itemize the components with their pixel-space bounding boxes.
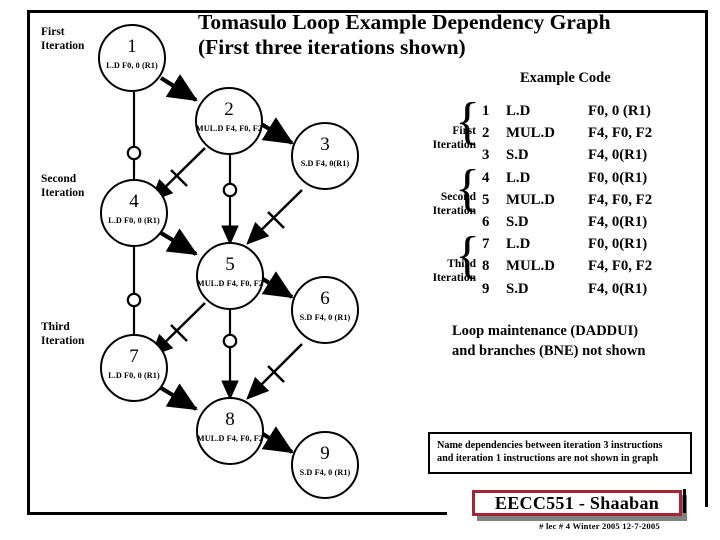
graph-node-2-instruction: MUL.D F4, F0, F2	[195, 124, 263, 133]
code-row-3: 3 S.D F4, 0(R1)	[482, 144, 706, 166]
graph-node-5-instruction: MUL.D F4, F0, F2	[196, 279, 264, 288]
graph-node-8-number: 8	[225, 409, 235, 430]
code-row-7: 7 L.D F0, 0(R1)	[482, 233, 706, 255]
code-row-4: 4 L.D F0, 0(R1)	[482, 167, 706, 189]
graph-node-9-number: 9	[320, 443, 330, 464]
graph-iter-second-line1: Second	[41, 173, 77, 185]
code-row-8: 8 MUL.D F4, F0, F2	[482, 255, 706, 277]
name-dependency-note-line2: and iteration 1 instructions are not sho…	[437, 453, 659, 465]
slide-canvas: Tomasulo Loop Example Dependency Graph (…	[0, 0, 720, 540]
edge-name-5-to-8	[221, 310, 239, 401]
footer-lecture-info: # lec # 4 Winter 2005 12-7-2005	[539, 521, 660, 531]
graph-node-5[interactable]: 5 MUL.D F4, F0, F2	[196, 242, 264, 310]
graph-node-4-number: 4	[129, 191, 139, 212]
graph-node-1-number: 1	[127, 36, 137, 57]
code-row-8-args: F4, F0, F2	[588, 258, 653, 275]
code-row-8-number: 8	[482, 258, 490, 275]
code-row-9-op: S.D	[506, 280, 529, 297]
graph-node-7[interactable]: 7 L.D F0, 0 (R1)	[100, 334, 168, 402]
footer-badge-text: EECC551 - Shaaban	[494, 492, 660, 513]
loop-maintenance-note-line1: Loop maintenance (DADDUI)	[452, 323, 639, 339]
name-dependency-note-box: Name dependencies between iteration 3 in…	[428, 432, 692, 474]
edge-anti-6-to-8	[246, 343, 303, 400]
graph-iter-third-line1: Third	[41, 321, 70, 333]
graph-node-6-instruction: S.D F4, 0 (R1)	[299, 313, 351, 322]
graph-iter-second-line2: Iteration	[41, 187, 85, 200]
edge-true-4-to-5	[159, 228, 198, 256]
code-row-9: 9 S.D F4, 0(R1)	[482, 278, 706, 300]
graph-node-8-instruction: MUL.D F4, F0, F2	[196, 434, 264, 443]
example-code-heading: Example Code	[520, 70, 611, 86]
graph-node-2[interactable]: 2 MUL.D F4, F0, F2	[195, 87, 263, 155]
graph-node-2-number: 2	[224, 99, 234, 120]
code-row-2-number: 2	[482, 125, 490, 142]
footer-badge-stem	[683, 489, 686, 513]
footer-badge: EECC551 - Shaaban	[472, 490, 682, 516]
code-row-3-op: S.D	[506, 147, 529, 164]
code-row-7-args: F0, 0(R1)	[588, 236, 648, 253]
code-row-2-op: MUL.D	[506, 125, 555, 142]
code-brace-first: {	[455, 93, 480, 150]
code-row-3-number: 3	[482, 147, 490, 164]
code-row-5-number: 5	[482, 191, 490, 208]
graph-iteration-label-first: First Iteration	[41, 25, 84, 53]
graph-node-7-instruction: L.D F0, 0 (R1)	[108, 371, 160, 380]
code-row-2-args: F4, F0, F2	[588, 125, 653, 142]
example-code-table: 1 L.D F0, 0 (R1) 2 MUL.D F4, F0, F2 3 S.…	[482, 100, 706, 300]
graph-iter-first-line1: First	[41, 26, 65, 38]
graph-iter-third-line2: Iteration	[41, 335, 85, 348]
graph-node-3[interactable]: 3 S.D F4, 0(R1)	[291, 122, 359, 190]
name-dependency-note-line1: Name dependencies between iteration 3 in…	[437, 440, 663, 451]
loop-maintenance-note: Loop maintenance (DADDUI) and branches (…	[452, 322, 702, 361]
edge-anti-3-to-5	[246, 189, 303, 245]
code-row-1-args: F0, 0 (R1)	[588, 103, 651, 119]
code-row-1-op: L.D	[506, 103, 531, 119]
graph-node-7-number: 7	[129, 346, 139, 367]
graph-node-3-instruction: S.D F4, 0(R1)	[300, 159, 350, 168]
code-row-4-number: 4	[482, 169, 490, 186]
code-row-8-op: MUL.D	[506, 258, 555, 275]
graph-node-1-instruction: L.D F0, 0 (R1)	[106, 61, 158, 70]
graph-node-1[interactable]: 1 L.D F0, 0 (R1)	[98, 24, 166, 92]
code-row-2: 2 MUL.D F4, F0, F2	[482, 122, 706, 144]
code-brace-second: {	[455, 160, 480, 217]
code-row-6-number: 6	[482, 214, 490, 231]
code-row-6-args: F4, 0(R1)	[588, 214, 648, 231]
graph-node-8[interactable]: 8 MUL.D F4, F0, F2	[196, 397, 264, 465]
graph-node-6-number: 6	[320, 288, 330, 309]
graph-iteration-label-third: Third Iteration	[41, 320, 84, 348]
edge-name-2-to-5	[221, 155, 239, 246]
graph-node-4-instruction: L.D F0, 0 (R1)	[108, 216, 160, 225]
graph-node-9[interactable]: 9 S.D F4, 0 (R1)	[291, 431, 359, 499]
code-row-6-op: S.D	[506, 214, 529, 231]
code-row-9-number: 9	[482, 280, 490, 297]
graph-node-3-number: 3	[320, 134, 330, 155]
code-row-5-args: F4, F0, F2	[588, 191, 653, 208]
edge-true-7-to-8	[159, 383, 198, 411]
code-row-4-op: L.D	[506, 169, 531, 186]
code-row-9-args: F4, 0(R1)	[588, 280, 648, 297]
code-row-5-op: MUL.D	[506, 191, 555, 208]
code-row-1: 1 L.D F0, 0 (R1)	[482, 100, 706, 122]
graph-node-5-number: 5	[225, 254, 235, 275]
code-row-3-args: F4, 0(R1)	[588, 147, 648, 164]
code-row-5: 5 MUL.D F4, F0, F2	[482, 189, 706, 211]
code-row-1-number: 1	[482, 103, 490, 119]
code-brace-third: {	[455, 227, 480, 284]
loop-maintenance-note-line2: and branches (BNE) not shown	[452, 342, 646, 359]
code-row-7-op: L.D	[506, 236, 531, 253]
graph-node-9-instruction: S.D F4, 0 (R1)	[299, 468, 351, 477]
graph-node-4[interactable]: 4 L.D F0, 0 (R1)	[100, 179, 168, 247]
edge-true-1-to-2	[159, 74, 198, 102]
code-row-6: 6 S.D F4, 0(R1)	[482, 211, 706, 233]
code-row-4-args: F0, 0(R1)	[588, 169, 648, 186]
graph-node-6[interactable]: 6 S.D F4, 0 (R1)	[291, 276, 359, 344]
graph-iter-first-line2: Iteration	[41, 40, 85, 53]
code-row-7-number: 7	[482, 236, 490, 253]
graph-iteration-label-second: Second Iteration	[41, 172, 84, 200]
